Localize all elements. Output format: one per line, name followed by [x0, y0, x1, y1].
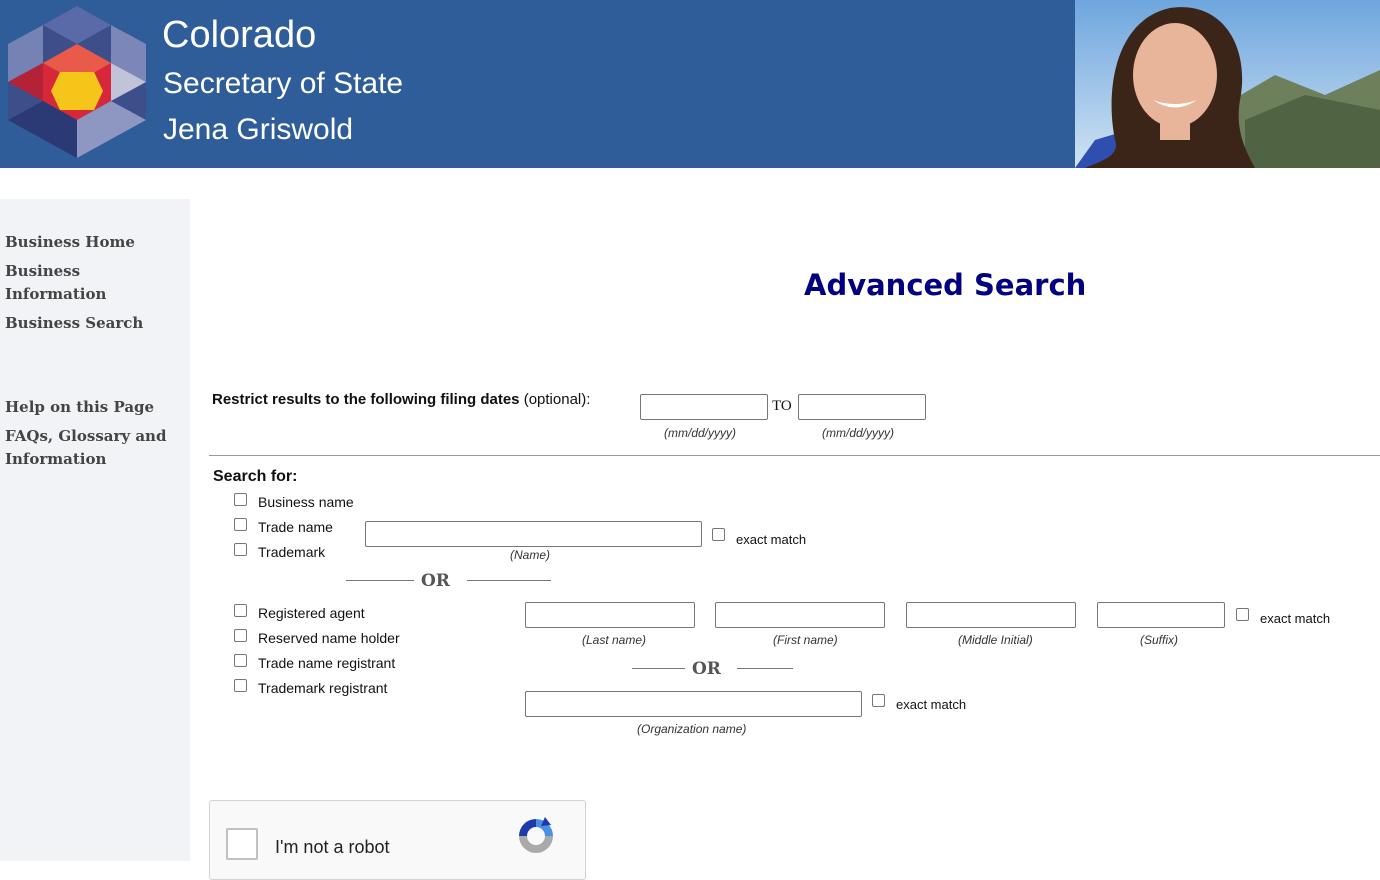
or-separator-label: OR — [692, 659, 721, 679]
date-to-label: TO — [772, 398, 792, 414]
page-title: Advanced Search — [804, 268, 1087, 302]
name-exact-match-label: exact match — [736, 532, 807, 547]
trade-name-checkbox[interactable] — [234, 518, 247, 531]
or-separator-line — [467, 580, 551, 581]
reserved-name-holder-checkbox[interactable] — [234, 629, 247, 642]
header-official-name: Jena Griswold — [163, 113, 354, 146]
sidebar-item-faqs[interactable]: FAQs, Glossary and Information — [5, 425, 180, 471]
business-name-option-label: Business name — [258, 494, 354, 510]
colorado-sos-logo — [8, 6, 146, 158]
org-exact-match-label: exact match — [896, 697, 967, 712]
secretary-portrait-image — [1075, 0, 1380, 168]
recaptcha-checkbox[interactable] — [226, 828, 258, 860]
filing-date-to-input[interactable] — [798, 394, 926, 420]
person-exact-match-checkbox[interactable] — [1236, 608, 1249, 621]
date-from-hint: (mm/dd/yyyy) — [664, 426, 736, 440]
trade-name-registrant-checkbox[interactable] — [234, 654, 247, 667]
person-exact-match-label: exact match — [1260, 611, 1331, 626]
or-separator-line — [632, 668, 685, 669]
middle-initial-hint: (Middle Initial) — [958, 633, 1033, 647]
recaptcha-label: I'm not a robot — [275, 837, 390, 857]
header-subtitle: Secretary of State — [163, 67, 404, 100]
trade-name-registrant-option-label: Trade name registrant — [258, 655, 396, 671]
trade-name-option-label: Trade name — [258, 519, 333, 535]
search-for-label: Search for: — [213, 468, 298, 485]
or-separator-label: OR — [421, 571, 450, 591]
middle-initial-input[interactable] — [906, 602, 1076, 628]
registered-agent-option-label: Registered agent — [258, 605, 365, 621]
name-hint: (Name) — [510, 548, 551, 562]
sidebar-item-business-home[interactable]: Business Home — [5, 231, 135, 254]
organization-name-hint: (Organization name) — [637, 722, 747, 736]
sidebar-item-help[interactable]: Help on this Page — [5, 396, 154, 419]
business-name-checkbox[interactable] — [234, 493, 247, 506]
suffix-hint: (Suffix) — [1140, 633, 1179, 647]
sidebar-item-business-search[interactable]: Business Search — [5, 312, 143, 335]
name-input[interactable] — [365, 521, 702, 547]
section-divider — [209, 455, 1380, 456]
last-name-input[interactable] — [525, 602, 695, 628]
trademark-registrant-checkbox[interactable] — [234, 679, 247, 692]
registered-agent-checkbox[interactable] — [234, 604, 247, 617]
organization-name-input[interactable] — [525, 691, 862, 717]
header-title: Colorado — [162, 14, 317, 56]
sidebar-item-business-information[interactable]: Business Information — [5, 260, 145, 306]
site-header: Colorado Secretary of State Jena Griswol… — [0, 0, 1380, 168]
sidebar: Business Home Business Information Busin… — [0, 199, 190, 861]
last-name-hint: (Last name) — [582, 633, 647, 647]
date-to-hint: (mm/dd/yyyy) — [822, 426, 894, 440]
first-name-hint: (First name) — [773, 633, 838, 647]
trademark-registrant-option-label: Trademark registrant — [258, 680, 388, 696]
reserved-name-holder-option-label: Reserved name holder — [258, 630, 400, 646]
filing-date-from-input[interactable] — [640, 394, 768, 420]
org-exact-match-checkbox[interactable] — [872, 694, 885, 707]
recaptcha-logo-icon — [519, 817, 553, 853]
trademark-checkbox[interactable] — [234, 543, 247, 556]
first-name-input[interactable] — [715, 602, 885, 628]
date-restrict-optional: (optional): — [519, 391, 591, 408]
name-exact-match-checkbox[interactable] — [712, 528, 725, 541]
recaptcha-widget: I'm not a robot — [209, 800, 586, 880]
date-restrict-label-bold: Restrict results to the following filing… — [212, 391, 520, 408]
date-restrict-label: Restrict results to the following filing… — [212, 391, 590, 408]
or-separator-line — [346, 580, 414, 581]
suffix-input[interactable] — [1097, 602, 1225, 628]
or-separator-line — [737, 668, 793, 669]
trademark-option-label: Trademark — [258, 544, 326, 560]
